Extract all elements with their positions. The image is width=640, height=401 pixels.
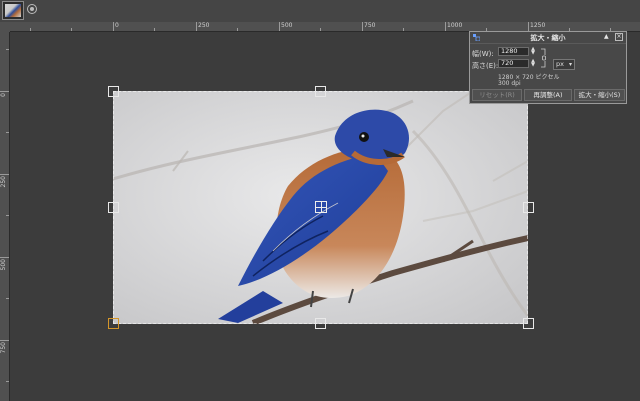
scale-button[interactable]: 拡大・縮小(S): [574, 89, 625, 101]
handle-bottom-right[interactable]: [523, 318, 534, 329]
ruler-label: 750: [364, 22, 376, 29]
height-label: 高さ(E):: [472, 62, 499, 70]
readjust-button[interactable]: 再調整(A): [524, 89, 572, 101]
ruler-tick: [0, 174, 9, 175]
ruler-label: 1250: [530, 22, 546, 29]
width-label: 幅(W):: [472, 50, 494, 58]
image-tab-strip: [0, 0, 640, 23]
ruler-label: 0: [0, 93, 7, 97]
dialog-menu-icon[interactable]: ▲: [604, 33, 609, 40]
ruler-tick: [113, 22, 114, 31]
width-field[interactable]: 1280: [498, 47, 529, 56]
width-spin-button[interactable]: ▲ ▼: [530, 47, 536, 56]
close-tab-icon[interactable]: [27, 4, 37, 14]
move-center-handle[interactable]: [315, 201, 327, 213]
ruler-tick: [0, 340, 9, 341]
ruler-tick: [279, 22, 280, 31]
dialog-titlebar[interactable]: 拡大・縮小 ▲ ×: [470, 32, 626, 44]
ruler-label: 750: [0, 342, 7, 354]
unit-select[interactable]: px ▾: [553, 59, 575, 70]
height-field[interactable]: 720: [498, 59, 529, 68]
handle-bottom-left[interactable]: [108, 318, 119, 329]
ruler-label: 250: [198, 22, 210, 29]
chain-link-icon[interactable]: [540, 47, 548, 69]
ruler-corner: [0, 22, 10, 32]
ruler-label: 250: [0, 176, 7, 188]
vertical-ruler[interactable]: 0 250 500 750: [0, 32, 10, 401]
unit-value: px: [556, 60, 564, 68]
ruler-tick: [362, 22, 363, 31]
ruler-tick: [0, 257, 9, 258]
ruler-label: 500: [0, 259, 7, 271]
ruler-tick: [445, 22, 446, 31]
image-thumbnail-tab[interactable]: [2, 1, 24, 20]
ruler-label: 1000: [447, 22, 463, 29]
dialog-close-icon[interactable]: ×: [615, 33, 623, 41]
handle-top-left[interactable]: [108, 86, 119, 97]
handle-bottom-center[interactable]: [315, 318, 326, 329]
handle-middle-left[interactable]: [108, 202, 119, 213]
ruler-tick: [196, 22, 197, 31]
ruler-label: 500: [281, 22, 293, 29]
ruler-label: 0: [115, 22, 119, 29]
handle-middle-right[interactable]: [523, 202, 534, 213]
reset-button[interactable]: リセット(R): [472, 89, 522, 101]
handle-top-center[interactable]: [315, 86, 326, 97]
height-spin-button[interactable]: ▲ ▼: [530, 59, 536, 68]
dialog-title: 拡大・縮小: [530, 34, 566, 42]
image-thumbnail-icon: [5, 4, 21, 17]
chevron-down-icon: ▾: [568, 61, 572, 68]
dpi-info: 300 dpi: [498, 80, 521, 87]
